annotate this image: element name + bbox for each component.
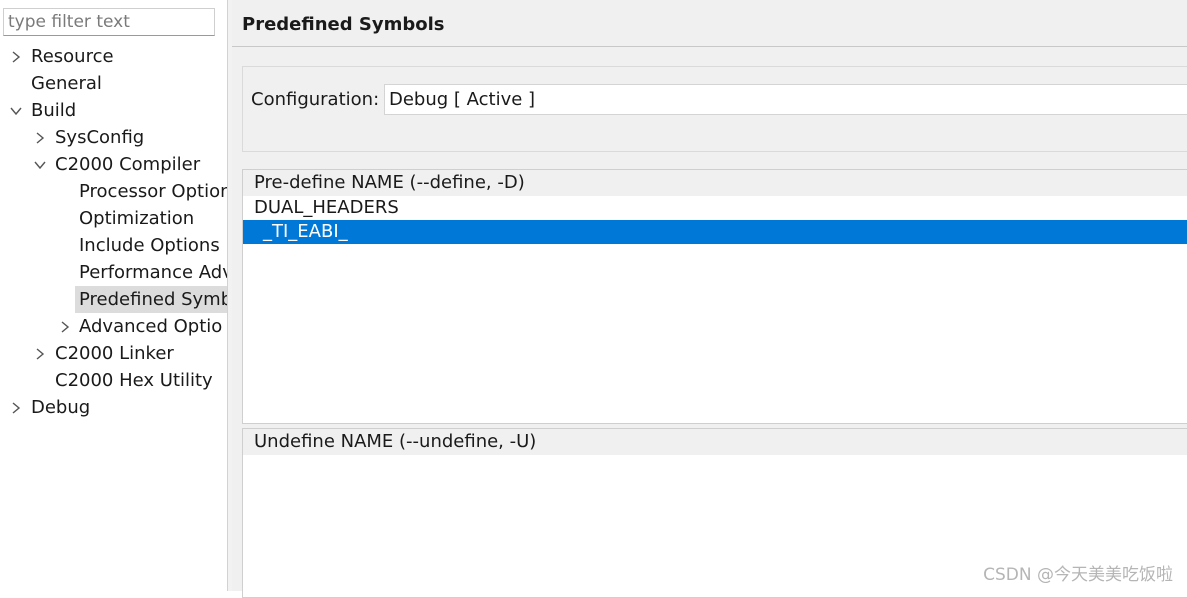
tree-item[interactable]: Include Options: [0, 232, 227, 259]
tree-item-label: Processor Option: [79, 181, 227, 202]
tree-item[interactable]: Advanced Optio: [0, 313, 227, 340]
configuration-label: Configuration:: [251, 89, 380, 110]
tree-item-label: Performance Adv: [79, 262, 227, 283]
predefine-list-panel: Pre-define NAME (--define, -D) DUAL_HEAD…: [242, 169, 1187, 424]
tree-item[interactable]: Predefined Symb: [0, 286, 227, 313]
configuration-select[interactable]: Debug [ Active ]: [384, 84, 1187, 115]
filter-input[interactable]: [3, 8, 215, 36]
tree-item-label: Debug: [31, 397, 91, 418]
title-separator: [232, 46, 1187, 47]
tree-item[interactable]: Resource: [0, 43, 227, 70]
tree-item[interactable]: Optimization: [0, 205, 227, 232]
content-panel: Predefined Symbols Configuration: Debug …: [232, 0, 1187, 598]
chevron-right-icon[interactable]: [32, 340, 48, 367]
configuration-group: Configuration: Debug [ Active ]: [242, 66, 1187, 152]
chevron-right-icon[interactable]: [8, 394, 24, 421]
tree-item[interactable]: Debug: [0, 394, 227, 421]
tree-item-label: C2000 Compiler: [55, 154, 201, 175]
tree-item[interactable]: Build: [0, 97, 227, 124]
tree-item-label: General: [31, 73, 102, 94]
chevron-down-icon[interactable]: [8, 97, 24, 124]
tree-item-label: SysConfig: [55, 127, 145, 148]
tree-item-label: Build: [31, 100, 77, 121]
predefine-list[interactable]: DUAL_HEADERS _TI_EABI_: [243, 196, 1187, 244]
page-title: Predefined Symbols: [242, 14, 445, 35]
watermark: CSDN @今天美美吃饭啦: [983, 565, 1173, 585]
tree-item-label: Advanced Optio: [79, 316, 223, 337]
tree-item[interactable]: C2000 Compiler: [0, 151, 227, 178]
tree-item[interactable]: C2000 Linker: [0, 340, 227, 367]
property-tree: Resource General Build SysConfig C2000 Compi…: [0, 43, 227, 421]
chevron-right-icon[interactable]: [57, 313, 73, 340]
tree-item-label: C2000 Linker: [55, 343, 174, 364]
chevron-right-icon[interactable]: [32, 124, 48, 151]
tree-item-label: Optimization: [79, 208, 195, 229]
predefine-header: Pre-define NAME (--define, -D): [243, 170, 1187, 196]
tree-item-label: Include Options: [79, 235, 220, 256]
tree-item-label: C2000 Hex Utility: [55, 370, 213, 391]
predefine-item[interactable]: _TI_EABI_: [243, 220, 1187, 244]
tree-item-label: Resource: [31, 46, 114, 67]
tree-item-label: Predefined Symb: [75, 286, 227, 313]
undefine-header: Undefine NAME (--undefine, -U): [243, 429, 1187, 455]
tree-item[interactable]: Processor Option: [0, 178, 227, 205]
chevron-right-icon[interactable]: [8, 43, 24, 70]
navigation-panel: Resource General Build SysConfig C2000 Compi…: [0, 0, 227, 591]
tree-item[interactable]: Performance Adv: [0, 259, 227, 286]
tree-item[interactable]: SysConfig: [0, 124, 227, 151]
chevron-down-icon[interactable]: [32, 151, 48, 178]
tree-item[interactable]: General: [0, 70, 227, 97]
predefine-item[interactable]: DUAL_HEADERS: [243, 196, 1187, 220]
tree-item[interactable]: C2000 Hex Utility: [0, 367, 227, 394]
